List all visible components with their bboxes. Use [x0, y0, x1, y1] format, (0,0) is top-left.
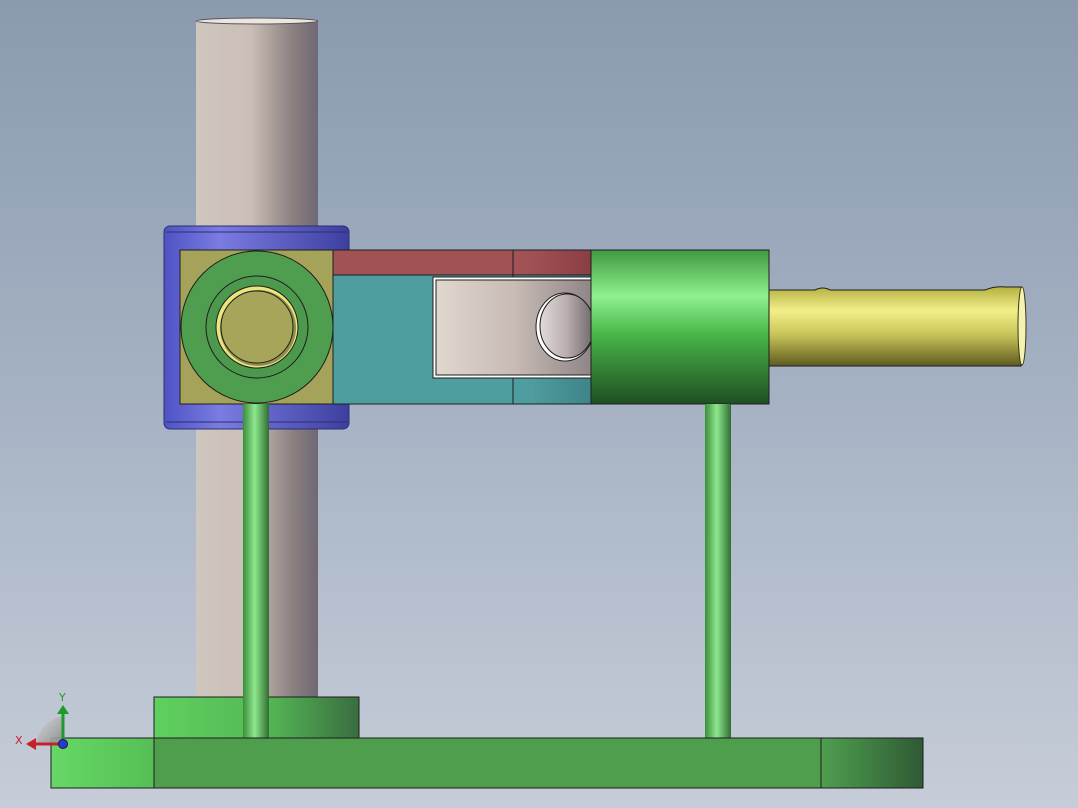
cad-graphics-viewport[interactable]: Y X	[0, 0, 1078, 808]
support-rod-right[interactable]	[705, 404, 731, 738]
support-rod-left[interactable]	[243, 404, 269, 738]
triad-y-label: Y	[58, 691, 66, 704]
triad-x-label: X	[15, 734, 23, 747]
arm-top-strip[interactable]	[332, 249, 592, 276]
cylinder-body[interactable]	[590, 249, 770, 405]
pivot-pin[interactable]	[535, 292, 595, 362]
piston-rod[interactable]	[768, 286, 1027, 367]
triad-z-axis	[58, 739, 68, 749]
base-plate[interactable]	[50, 737, 924, 789]
reference-triad: Y X	[15, 691, 69, 750]
bearing-ring[interactable]	[180, 250, 334, 404]
